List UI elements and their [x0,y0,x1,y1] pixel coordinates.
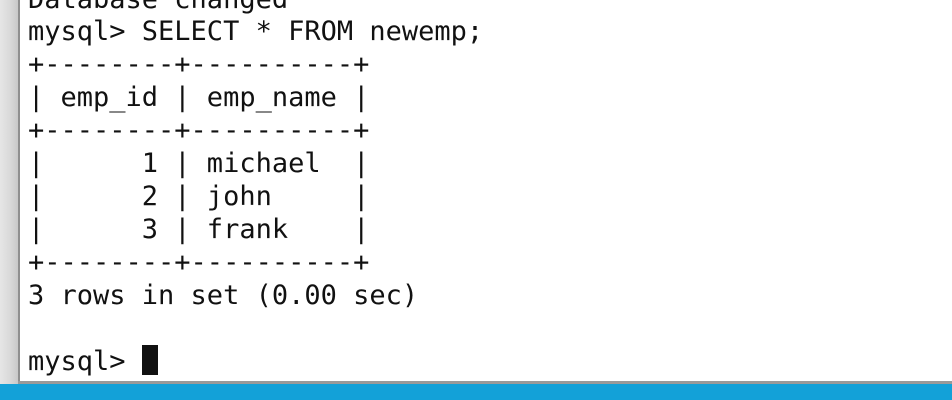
taskbar[interactable] [0,384,952,400]
text-cursor [141,345,158,375]
terminal-output-area[interactable]: Database changed mysql> SELECT * FROM ne… [18,0,952,382]
table-border-header: +--------+----------+ [28,115,370,146]
table-border-top: +--------+----------+ [28,49,370,80]
prompt-line[interactable]: mysql> [28,345,158,378]
table-row: | 3 | frank | [28,214,370,245]
table-header-row: | emp_id | emp_name | [28,82,370,113]
terminal-window: Database changed mysql> SELECT * FROM ne… [0,0,952,400]
window-left-frame [0,0,18,384]
prompt-text: mysql> [28,346,126,377]
output-line-database-changed: Database changed [28,0,288,16]
table-row: | 2 | john | [28,181,370,212]
result-summary-line: 3 rows in set (0.00 sec) [28,280,419,311]
command-line-select: mysql> SELECT * FROM newemp; [28,16,484,47]
table-border-bottom: +--------+----------+ [28,247,370,278]
table-row: | 1 | michael | [28,148,370,179]
